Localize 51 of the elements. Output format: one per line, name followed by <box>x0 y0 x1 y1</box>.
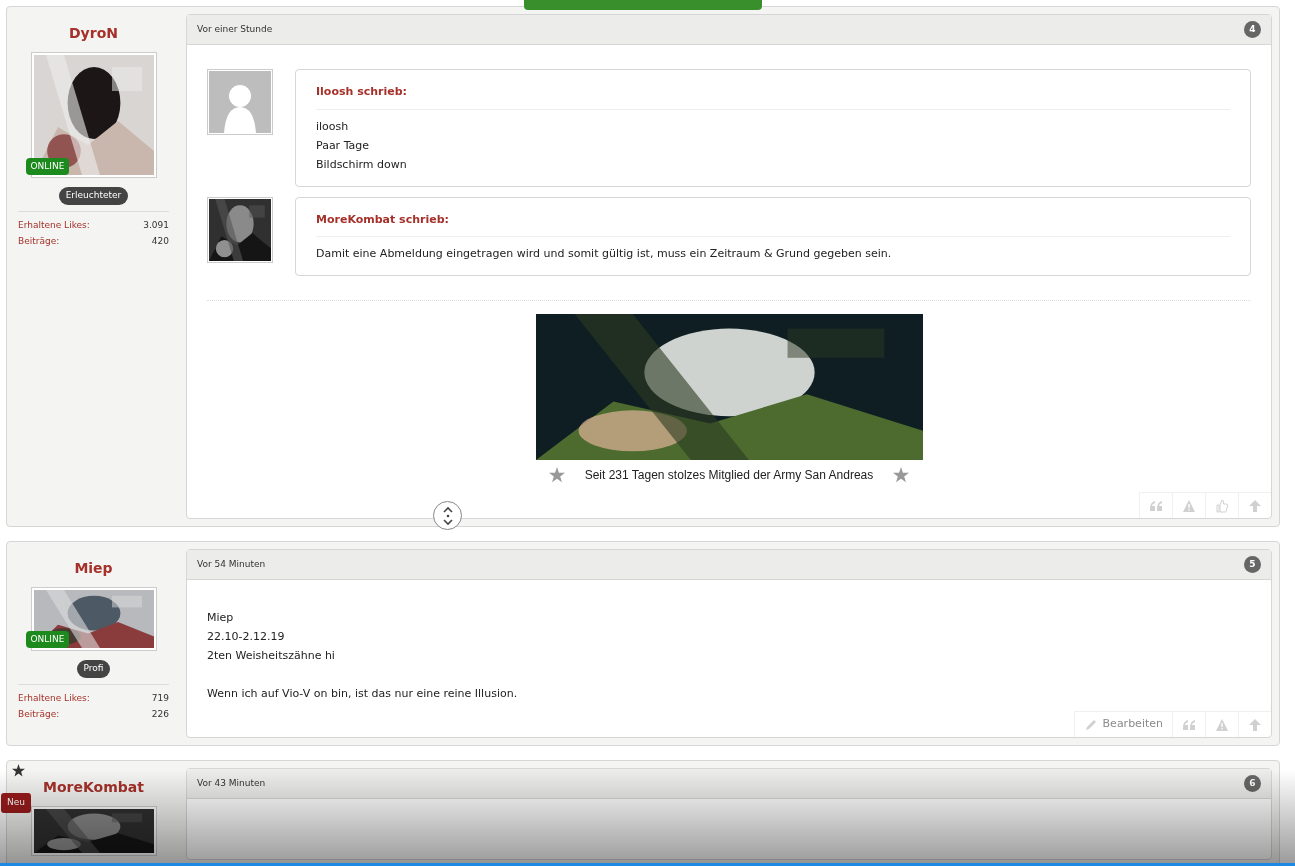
stat-label: Erhaltene Likes: <box>18 218 90 232</box>
stat-value: 719 <box>151 691 169 705</box>
body-line: 2ten Weisheitszähne hi <box>207 648 336 664</box>
top-button[interactable] <box>1238 492 1271 518</box>
warning-icon <box>1182 498 1196 513</box>
quote-author[interactable]: MoreKombat schrieb: <box>316 211 1230 237</box>
quote-icon <box>1149 498 1163 513</box>
quote-line: Damit eine Abmeldung eingetragen wird und somit gültig ist, muss ein Zeitraum & Grund gegeben sein. <box>316 246 893 262</box>
stat-value: 226 <box>151 708 169 721</box>
author-name[interactable]: DyroN <box>69 23 118 44</box>
stat-label: Beiträge: <box>18 235 60 248</box>
rank-badge: Erleuchteter <box>58 187 129 205</box>
edit-button[interactable]: Bearbeiten <box>1073 711 1172 737</box>
body-line: Wenn ich auf Vio-V on bin, ist das nur eine reine Illusion. <box>207 686 519 702</box>
author-name[interactable]: MoreKombat <box>43 777 144 798</box>
post-time: Vor 43 Minuten <box>197 776 266 790</box>
signature-text: Seit 231 Tagen stolzes Mitglied der Army San Andreas <box>584 467 874 484</box>
online-badge: ONLINE <box>25 630 70 648</box>
post-time: Vor einer Stunde <box>197 22 273 36</box>
stat-value: 420 <box>151 235 169 248</box>
like-button[interactable] <box>1205 492 1238 518</box>
stat-label: Beiträge: <box>18 708 60 721</box>
author-name[interactable]: Miep <box>74 558 113 579</box>
new-badge: Neu <box>1 793 31 813</box>
online-badge: ONLINE <box>25 157 70 175</box>
post-number[interactable]: 5 <box>1244 556 1261 573</box>
post-time: Vor 54 Minuten <box>197 557 266 571</box>
pencil-icon <box>1083 717 1098 732</box>
quote-button[interactable] <box>1139 492 1172 518</box>
stat-value: 3.091 <box>143 218 169 232</box>
body-line: Miep <box>207 610 235 626</box>
star-icon <box>548 467 565 483</box>
quote-author[interactable]: Iloosh schrieb: <box>316 84 1230 110</box>
post-number[interactable]: 6 <box>1244 775 1261 792</box>
thumbs-up-icon <box>1215 498 1229 513</box>
top-button[interactable] <box>1238 711 1271 737</box>
rank-badge: Profi <box>76 660 111 678</box>
post-number[interactable]: 4 <box>1244 21 1261 38</box>
quote-line: Paar Tage <box>316 137 371 154</box>
up-arrow-icon <box>1248 498 1262 513</box>
stat-label: Erhaltene Likes: <box>18 691 90 705</box>
report-button[interactable] <box>1205 711 1238 737</box>
quote-icon <box>1182 717 1196 732</box>
star-icon <box>893 467 910 483</box>
quote-line: Bildschirm down <box>316 156 408 173</box>
report-button[interactable] <box>1172 492 1205 518</box>
body-line: 22.10-2.12.19 <box>207 629 286 645</box>
quote-button[interactable] <box>1172 711 1205 737</box>
warning-icon <box>1215 717 1229 732</box>
quote-line: iloosh <box>316 118 350 135</box>
up-arrow-icon <box>1248 717 1262 732</box>
